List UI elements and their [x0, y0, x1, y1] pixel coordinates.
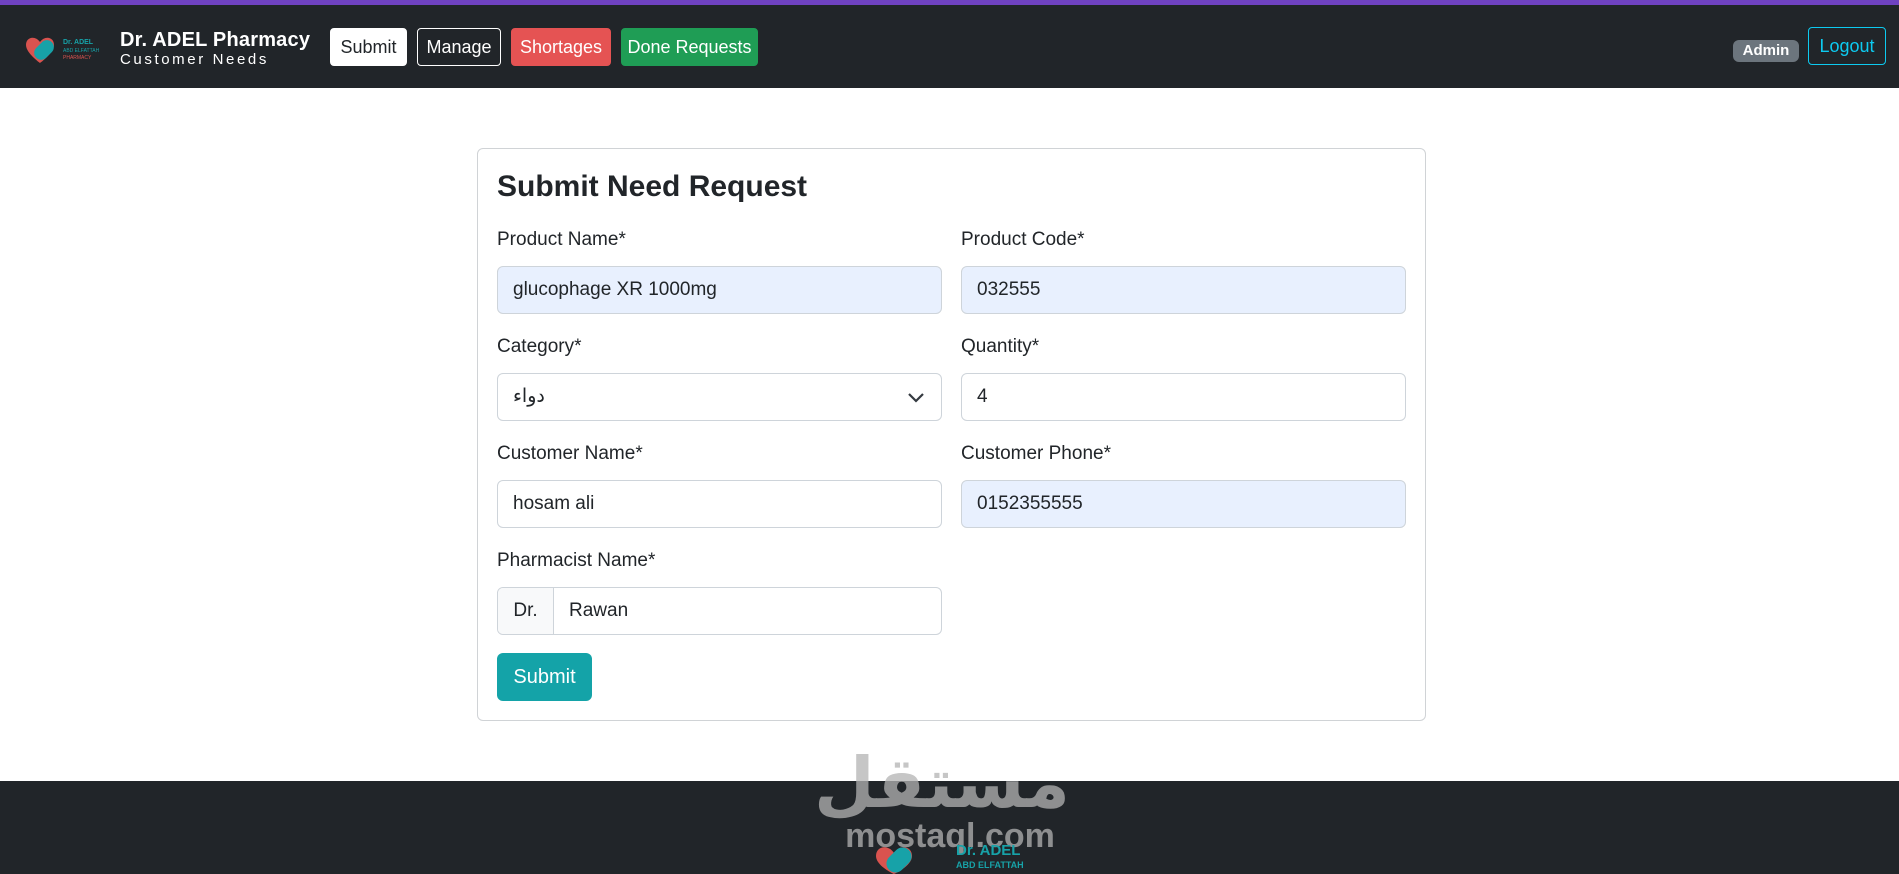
svg-text:ABD ELFATTAH: ABD ELFATTAH — [956, 860, 1024, 870]
logout-button[interactable]: Logout — [1808, 27, 1886, 65]
quantity-label: Quantity* — [961, 336, 1040, 357]
brand-title: Dr. ADEL Pharmacy — [120, 29, 311, 51]
svg-text:PHARMACY: PHARMACY — [63, 55, 92, 61]
nav-shortages-button[interactable]: Shortages — [511, 28, 611, 66]
chevron-down-icon — [908, 393, 924, 403]
product-name-input[interactable]: glucophage XR 1000mg — [497, 266, 942, 314]
nav-manage-button[interactable]: Manage — [417, 28, 501, 66]
submit-button[interactable]: Submit — [497, 653, 592, 701]
product-name-label: Product Name* — [497, 229, 626, 250]
category-select[interactable]: دواء — [497, 373, 942, 421]
category-label: Category* — [497, 336, 582, 357]
product-code-input[interactable]: 032555 — [961, 266, 1406, 314]
watermark-arabic: مستقل — [813, 744, 1070, 822]
customer-name-input[interactable]: hosam ali — [497, 480, 942, 528]
submit-request-card: Submit Need Request Product Name* glucop… — [477, 148, 1426, 721]
category-value: دواء — [513, 386, 545, 407]
pharmacy-logo: Dr. ADEL ABD ELFATTAH PHARMACY — [26, 37, 100, 63]
brand[interactable]: Dr. ADEL Pharmacy Customer Needs — [120, 29, 310, 68]
navbar: Dr. ADEL ABD ELFATTAH PHARMACY Dr. ADEL … — [0, 5, 1899, 88]
svg-text:Dr. ADEL: Dr. ADEL — [956, 842, 1020, 859]
page-title: Submit Need Request — [497, 170, 808, 203]
footer-pharmacy-logo: Dr. ADEL ABD ELFATTAH — [876, 842, 1024, 874]
pharmacist-name-group: Dr. Rawan — [497, 587, 942, 635]
nav-submit-button[interactable]: Submit — [330, 28, 407, 66]
pharmacist-prefix: Dr. — [498, 588, 554, 634]
nav-done-requests-button[interactable]: Done Requests — [621, 28, 758, 66]
svg-text:Dr. ADEL: Dr. ADEL — [63, 39, 94, 46]
quantity-input[interactable]: 4 — [961, 373, 1406, 421]
pharmacist-name-label: Pharmacist Name* — [497, 550, 656, 571]
admin-badge: Admin — [1733, 40, 1799, 62]
customer-phone-label: Customer Phone* — [961, 443, 1111, 464]
pharmacist-name-input[interactable]: Rawan — [554, 588, 941, 634]
product-code-label: Product Code* — [961, 229, 1085, 250]
brand-subtitle: Customer Needs — [120, 51, 269, 68]
customer-name-label: Customer Name* — [497, 443, 643, 464]
customer-phone-input[interactable]: 0152355555 — [961, 480, 1406, 528]
svg-text:ABD ELFATTAH: ABD ELFATTAH — [63, 48, 100, 54]
